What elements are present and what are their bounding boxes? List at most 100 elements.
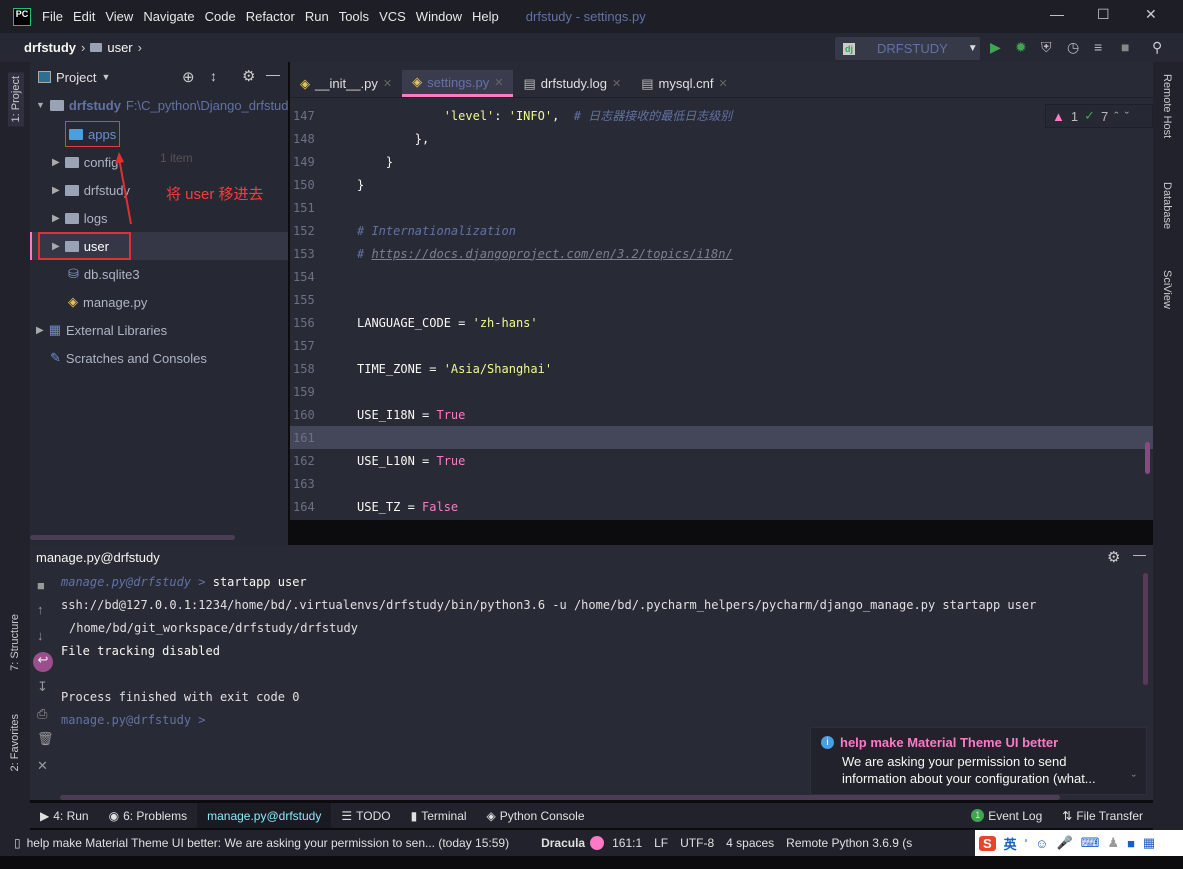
emoji-icon[interactable]: ☺	[1035, 836, 1048, 851]
code-line[interactable]: 149 }	[290, 150, 1153, 173]
indent-setting[interactable]: 4 spaces	[726, 836, 774, 850]
scroll-to-end-icon[interactable]: ↧	[37, 679, 48, 695]
maximize-button[interactable]: ☐	[1097, 6, 1110, 23]
code-line[interactable]: 155	[290, 288, 1153, 311]
theme-label[interactable]: Dracula	[541, 836, 585, 850]
search-icon[interactable]: ⚲	[1152, 39, 1162, 56]
close-icon[interactable]: ✕	[37, 758, 48, 774]
stop-icon[interactable]: ■	[37, 578, 45, 593]
menu-navigate[interactable]: Navigate	[143, 9, 194, 24]
menu-vcs[interactable]: VCS	[379, 9, 406, 24]
code-line[interactable]: 156 LANGUAGE_CODE = 'zh-hans'	[290, 311, 1153, 334]
skin-icon[interactable]: ■	[1127, 836, 1135, 851]
console-scrollbar[interactable]	[1143, 573, 1148, 685]
tab-mysql[interactable]: ▤ mysql.cnf ✕	[631, 70, 737, 97]
tree-item-manage[interactable]: ◈ manage.py	[68, 289, 147, 315]
code-line[interactable]: 161	[290, 426, 1153, 449]
menu-window[interactable]: Window	[416, 9, 462, 24]
breadcrumb-root[interactable]: drfstudy	[24, 40, 76, 55]
menu-edit[interactable]: Edit	[73, 9, 95, 24]
close-button[interactable]: ✕	[1145, 6, 1157, 23]
hide-icon[interactable]: —	[1133, 547, 1146, 562]
tab-log[interactable]: ▤ drfstudy.log ✕	[513, 70, 631, 97]
code-line[interactable]: 148 },	[290, 127, 1153, 150]
tree-item-db[interactable]: ⛁ db.sqlite3	[68, 261, 140, 287]
code-line[interactable]: 162 USE_L10N = True	[290, 449, 1153, 472]
chevron-down-icon[interactable]: ˇ	[1132, 772, 1136, 787]
caret-position[interactable]: 161:1	[612, 836, 642, 850]
chevron-down-icon[interactable]: ˇ	[1125, 109, 1129, 124]
locate-icon[interactable]: ⊕	[182, 68, 195, 86]
file-transfer-tool-button[interactable]: ⇅ File Transfer	[1052, 803, 1153, 828]
user-icon[interactable]: ♟	[1107, 835, 1119, 851]
code-line[interactable]: 159	[290, 380, 1153, 403]
menu-refactor[interactable]: Refactor	[246, 9, 295, 24]
code-line[interactable]: 158 TIME_ZONE = 'Asia/Shanghai'	[290, 357, 1153, 380]
editor[interactable]: ◈ __init__.py ✕ ◈ settings.py ✕ ▤ drfstudy.lo…	[290, 62, 1153, 520]
keyboard-icon[interactable]: ⌨	[1081, 835, 1100, 851]
profile-icon[interactable]: ◷	[1067, 39, 1079, 56]
terminal-tool-button[interactable]: ▮ Terminal	[401, 803, 477, 828]
debug-icon[interactable]: ✹	[1015, 39, 1027, 56]
status-message[interactable]: help make Material Theme UI better: We a…	[27, 836, 509, 850]
menu-run[interactable]: Run	[305, 9, 329, 24]
code-line[interactable]: 147 'level': 'INFO', # 日志器接收的最低日志级别	[290, 104, 1153, 127]
menu-help[interactable]: Help	[472, 9, 499, 24]
code-line[interactable]: 153 # https://docs.djangoproject.com/en/3…	[290, 242, 1153, 265]
minimize-button[interactable]: —	[1050, 6, 1064, 22]
collapse-all-icon[interactable]: ↕	[210, 68, 217, 84]
code-line[interactable]: 164 USE_TZ = False	[290, 495, 1153, 518]
event-log-tool-button[interactable]: 1 Event Log	[961, 803, 1052, 828]
project-tool-button[interactable]: 1: Project	[8, 72, 24, 127]
interpreter[interactable]: Remote Python 3.6.9 (s	[786, 836, 912, 850]
notification-popup[interactable]: i help make Material Theme UI better We a…	[810, 727, 1147, 795]
concurrency-icon[interactable]: ≡	[1094, 39, 1102, 55]
problems-tool-button[interactable]: ◉ 6: Problems	[99, 803, 198, 828]
stop-icon[interactable]: ■	[1121, 39, 1129, 55]
close-icon[interactable]: ✕	[718, 77, 727, 90]
toolbox-icon[interactable]: ▦	[1143, 835, 1155, 851]
gear-icon[interactable]: ⚙	[1107, 548, 1120, 566]
hide-icon[interactable]: —	[266, 66, 280, 82]
tree-item-apps[interactable]: apps	[65, 121, 121, 147]
database-tool-button[interactable]: Database	[1161, 182, 1173, 229]
menu-tools[interactable]: Tools	[339, 9, 369, 24]
chevron-up-icon[interactable]: ˆ	[1114, 109, 1118, 124]
remote-host-tool-button[interactable]: Remote Host	[1161, 74, 1173, 138]
file-encoding[interactable]: UTF-8	[680, 836, 714, 850]
tree-root[interactable]: ▼ drfstudy F:\C_python\Django_drfstud	[36, 92, 289, 118]
tree-item-user[interactable]: ▶ user	[38, 232, 131, 260]
ime-toolbar[interactable]: S 英 ʹ ☺ 🎤 ⌨ ♟ ■ ▦	[975, 830, 1183, 856]
gear-icon[interactable]: ⚙	[242, 67, 255, 85]
vertical-scrollbar[interactable]	[1145, 442, 1150, 474]
close-icon[interactable]: ✕	[383, 77, 392, 90]
trash-icon[interactable]: 🗑	[37, 731, 54, 747]
code-line[interactable]: 150}	[290, 173, 1153, 196]
run-configuration-select[interactable]: dj DRFSTUDY ▼	[835, 37, 980, 60]
tree-item-logs[interactable]: ▶ logs	[52, 205, 108, 231]
console-hscrollbar[interactable]	[60, 795, 1060, 800]
inspection-widget[interactable]: ▲ 1 ✓ 7 ˆˇ	[1045, 104, 1153, 128]
coverage-icon[interactable]: ⛨	[1041, 39, 1052, 56]
todo-tool-button[interactable]: ☰ TODO	[331, 803, 400, 828]
close-icon[interactable]: ✕	[494, 76, 503, 89]
breadcrumb-user[interactable]: user	[107, 40, 132, 55]
horizontal-scrollbar[interactable]	[30, 535, 235, 540]
arrow-up-icon[interactable]: ↑	[37, 602, 44, 617]
tree-external-libraries[interactable]: ▶ ▦ External Libraries	[36, 317, 167, 343]
run-icon[interactable]: ▶	[990, 39, 1001, 56]
menu-file[interactable]: File	[42, 9, 63, 24]
close-icon[interactable]: ✕	[612, 77, 621, 90]
structure-tool-button[interactable]: 7: Structure	[9, 614, 21, 671]
tab-settings[interactable]: ◈ settings.py ✕	[402, 70, 514, 97]
python-console-tool-button[interactable]: ◈ Python Console	[477, 803, 595, 828]
project-view-selector[interactable]: Project ▼	[38, 64, 110, 90]
menu-code[interactable]: Code	[205, 9, 236, 24]
run-tool-button[interactable]: ▶ 4: Run	[30, 803, 99, 828]
code-line[interactable]: 160 USE_I18N = True	[290, 403, 1153, 426]
tab-init[interactable]: ◈ __init__.py ✕	[290, 70, 402, 97]
code-line[interactable]: 163	[290, 472, 1153, 495]
print-icon[interactable]: ⎙	[37, 706, 47, 722]
tree-item-config[interactable]: ▶ config	[52, 149, 118, 175]
favorites-tool-button[interactable]: 2: Favorites	[9, 714, 21, 771]
